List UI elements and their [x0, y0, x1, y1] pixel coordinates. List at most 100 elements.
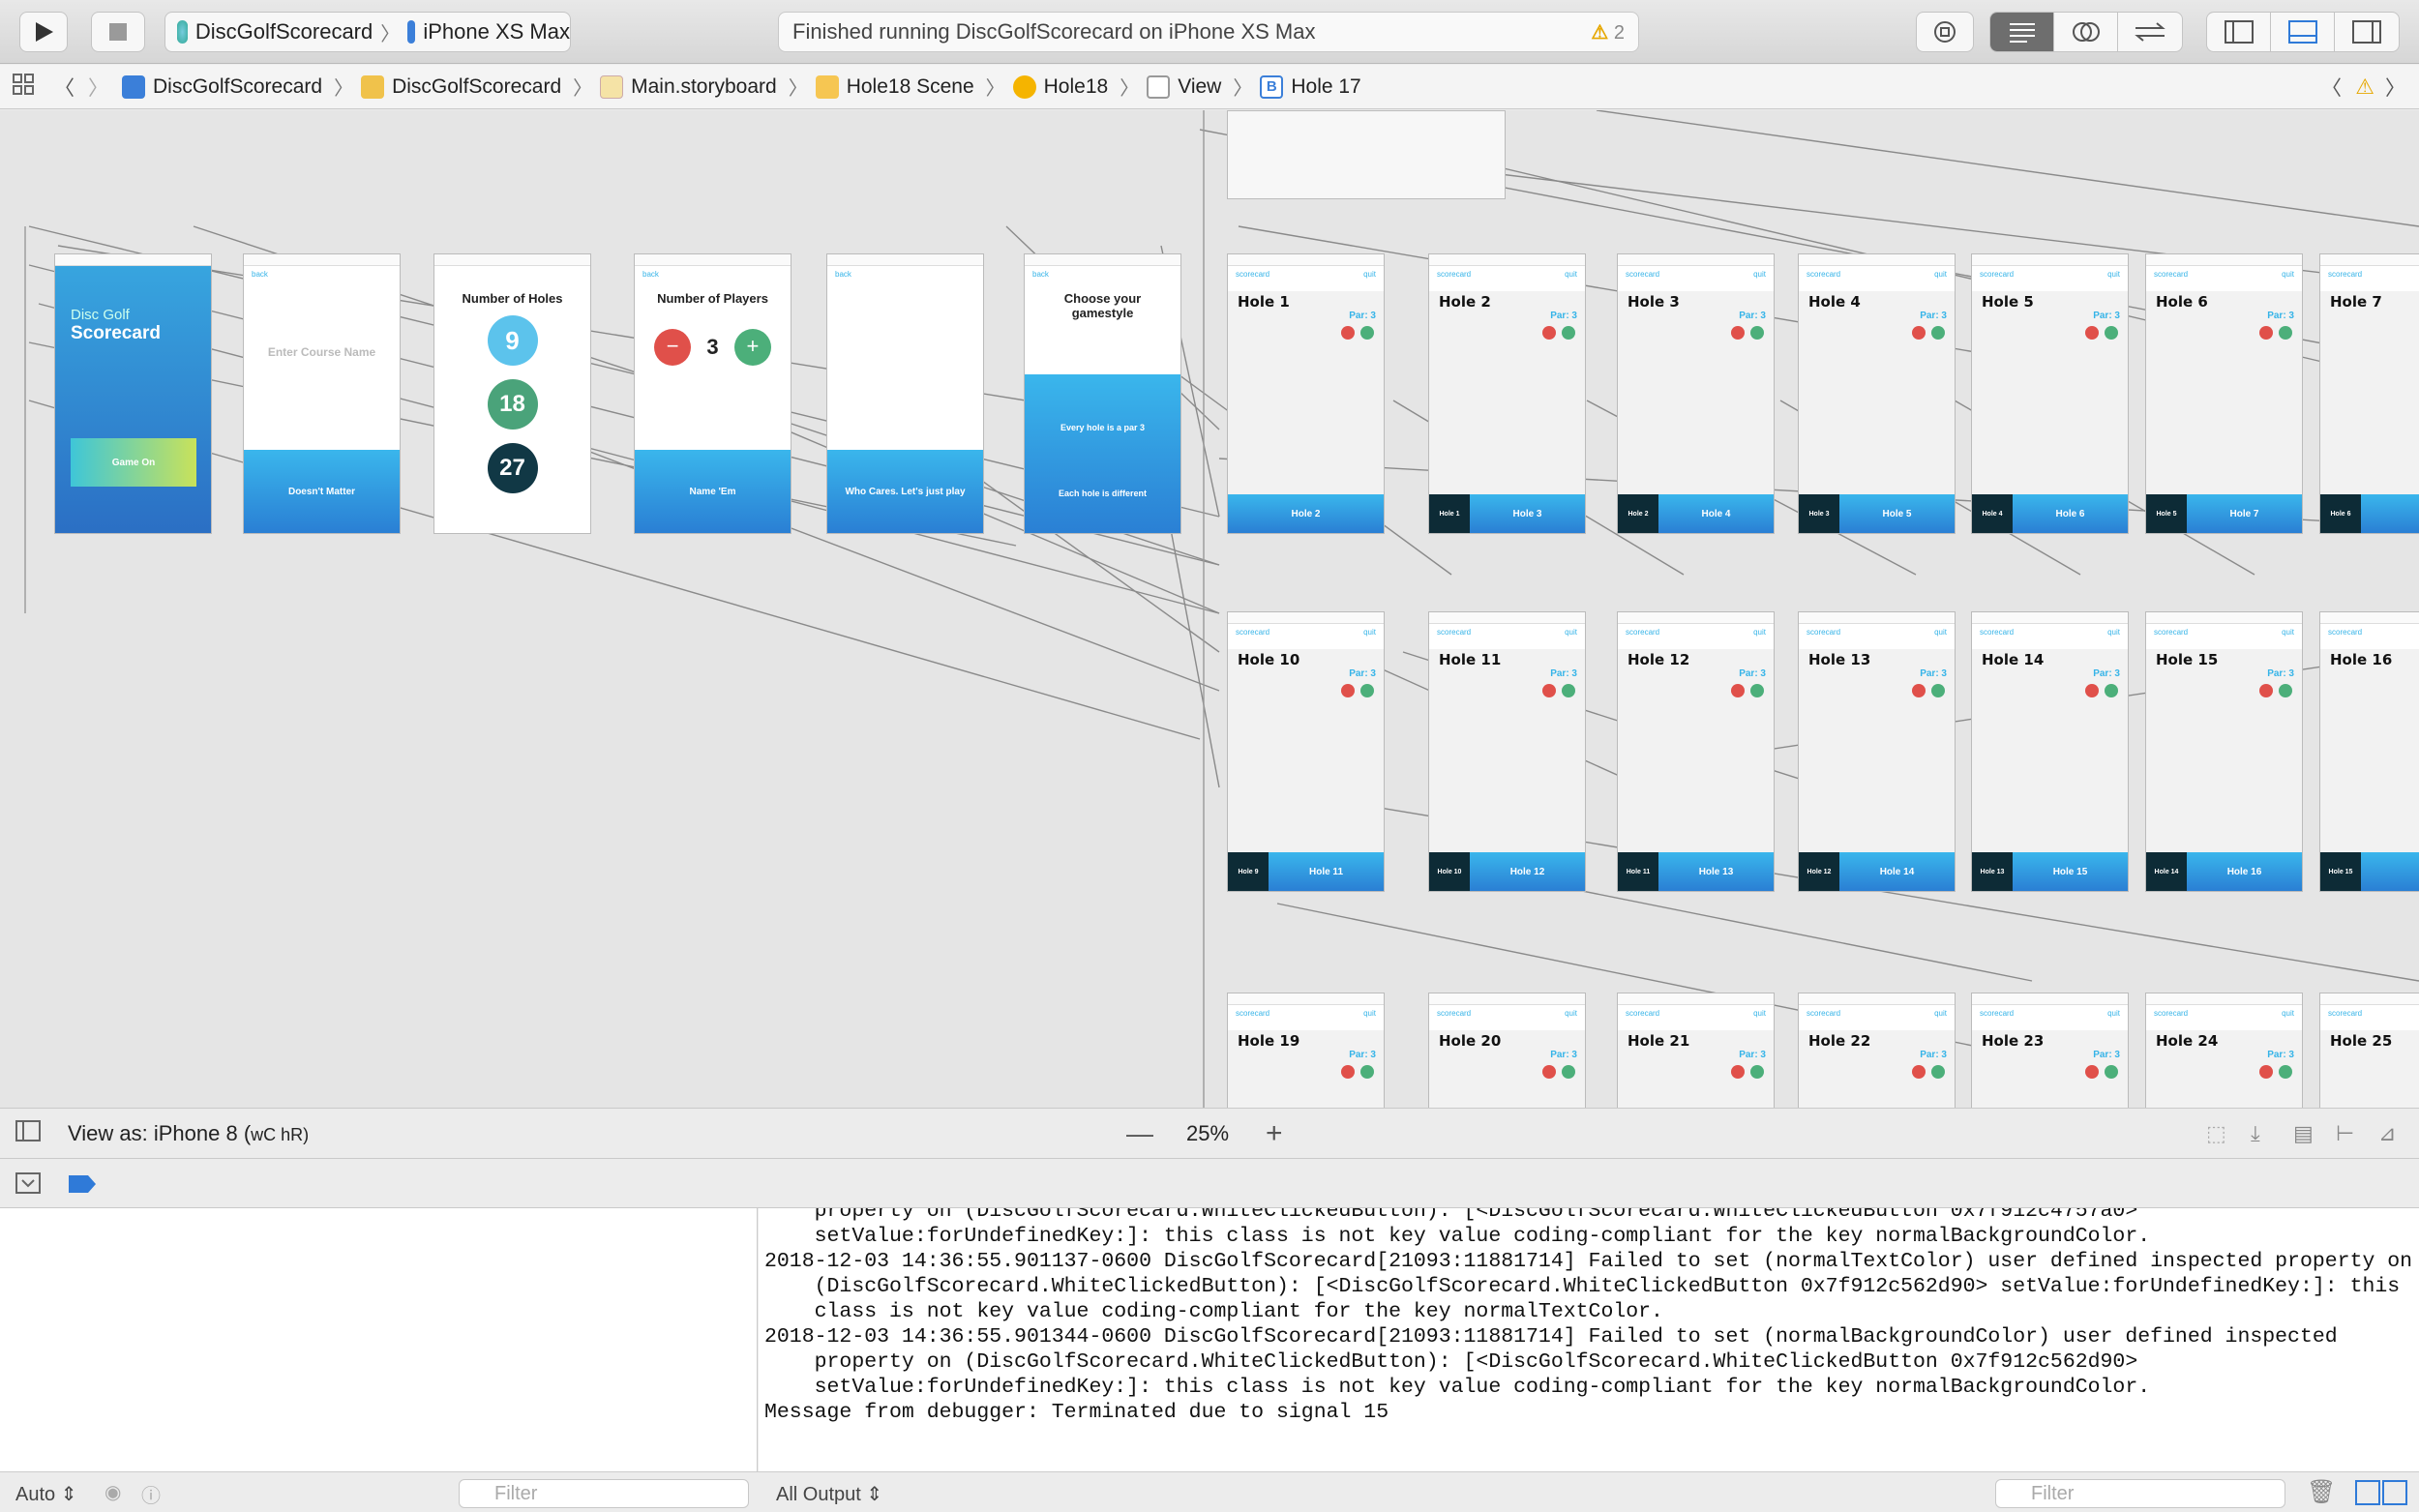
standard-editor-button[interactable] — [1990, 13, 2054, 51]
previous-hole-button[interactable]: Hole 14 — [2146, 852, 2187, 891]
scene-gamestyle[interactable]: back Choose your gamestyle Every hole is… — [1024, 253, 1181, 534]
run-button[interactable] — [19, 12, 68, 52]
next-hole-button[interactable]: Hole 11 — [1309, 867, 1343, 877]
next-hole-button[interactable]: Hole 14 — [1880, 867, 1915, 877]
previous-hole-button[interactable]: Hole 2 — [1618, 494, 1658, 533]
plus-score-button[interactable] — [1360, 326, 1374, 340]
scorecard-link[interactable]: scorecard — [1236, 1009, 1269, 1026]
scorecard-link[interactable]: scorecard — [1626, 1009, 1659, 1026]
hole-scene[interactable]: scorecard quit Hole 3 Par: 3 Hole 2 Hole 4 — [1617, 253, 1775, 534]
minus-score-button[interactable] — [1542, 684, 1556, 697]
stub-scene[interactable] — [1227, 110, 1506, 199]
previous-issue-icon[interactable]: 〈 — [2321, 73, 2342, 102]
hole-scene[interactable]: scorecard quit Hole 4 Par: 3 Hole 3 Hole 5 — [1798, 253, 1956, 534]
document-outline-toggle-icon[interactable] — [15, 1119, 41, 1147]
breadcrumb-view[interactable]: View — [1147, 74, 1221, 99]
version-editor-button[interactable] — [2118, 13, 2182, 51]
quit-link[interactable]: quit — [2282, 1009, 2294, 1026]
info-icon[interactable]: ⓘ — [141, 1480, 161, 1508]
quit-link[interactable]: quit — [1565, 1009, 1577, 1026]
minus-score-button[interactable] — [1341, 684, 1355, 697]
hole-scene[interactable]: scorecard quit Hole 10 Par: 3 Hole 9 Hole 11 — [1227, 611, 1385, 892]
hole-scene[interactable]: scorecard quit Hole 2 Par: 3 Hole 1 Hole 3 — [1428, 253, 1586, 534]
next-hole-button[interactable]: Hole 16 — [2227, 867, 2262, 877]
warning-icon[interactable]: ⚠ — [2355, 74, 2374, 100]
previous-hole-button[interactable]: Hole 5 — [2146, 494, 2187, 533]
plus-score-button[interactable] — [1562, 684, 1575, 697]
quit-link[interactable]: quit — [1753, 1009, 1766, 1026]
previous-hole-button[interactable]: Hole 10 — [1429, 852, 1470, 891]
plus-score-button[interactable] — [1562, 326, 1575, 340]
scorecard-link[interactable]: scorecard — [2328, 1009, 2362, 1026]
back-link[interactable]: back — [1032, 270, 1049, 287]
plus-score-button[interactable] — [1750, 326, 1764, 340]
quit-link[interactable]: quit — [1565, 270, 1577, 287]
forward-arrow-icon[interactable]: 〉 — [88, 73, 108, 102]
hole-scene[interactable]: scorecard quit Hole 22 Par: 3 — [1798, 993, 1956, 1108]
minus-score-button[interactable] — [2259, 326, 2273, 340]
hole-scene[interactable]: scorecard quit Hole 12 Par: 3 Hole 11 Hole 13 — [1617, 611, 1775, 892]
hole-scene[interactable]: scorecardquitHole 7Par: 3Hole 6 — [2319, 253, 2419, 534]
hole-scene[interactable]: scorecard quit Hole 1 Par: 3 Hole 2 — [1227, 253, 1385, 534]
next-hole-button[interactable]: Hole 5 — [1882, 509, 1911, 519]
variables-filter[interactable]: Filter — [459, 1479, 749, 1508]
scorecard-link[interactable]: scorecard — [1626, 270, 1659, 287]
minus-score-button[interactable] — [1731, 684, 1745, 697]
breadcrumb-folder[interactable]: DiscGolfScorecard — [361, 74, 561, 99]
scorecard-link[interactable]: scorecard — [1626, 628, 1659, 645]
breadcrumb-storyboard[interactable]: Main.storyboard — [600, 74, 777, 99]
back-link[interactable]: back — [642, 270, 659, 287]
zoom-in-icon[interactable]: + — [1266, 1117, 1283, 1150]
quit-link[interactable]: quit — [2107, 1009, 2120, 1026]
next-hole-button[interactable]: Hole 2 — [1291, 509, 1320, 519]
hole-scene[interactable]: scorecard quit Hole 20 Par: 3 — [1428, 993, 1586, 1108]
next-hole-button[interactable]: Hole 4 — [1701, 509, 1730, 519]
scene-number-of-holes[interactable]: Number of Holes 9 18 27 — [433, 253, 591, 534]
minus-score-button[interactable] — [1731, 326, 1745, 340]
back-link[interactable]: back — [252, 270, 268, 287]
plus-score-button[interactable] — [1360, 1065, 1374, 1079]
scene-players[interactable]: back Who Cares. Let's just play — [826, 253, 984, 534]
plus-button[interactable]: + — [733, 329, 771, 366]
minus-button[interactable]: − — [654, 329, 692, 366]
resolve-issues-icon[interactable]: ⊿ — [2378, 1121, 2396, 1146]
hole-scene[interactable]: scorecardquitHole 25Par: 3 — [2319, 993, 2419, 1108]
next-hole-button[interactable]: Hole 3 — [1512, 509, 1541, 519]
minus-score-button[interactable] — [1912, 684, 1926, 697]
doesnt-matter-button[interactable]: Doesn't Matter — [244, 450, 400, 533]
minus-score-button[interactable] — [2085, 1065, 2099, 1079]
previous-hole-button[interactable]: Hole 3 — [1799, 494, 1839, 533]
quit-link[interactable]: quit — [2282, 628, 2294, 645]
back-arrow-icon[interactable]: 〈 — [54, 73, 75, 102]
quit-link[interactable]: quit — [1934, 270, 1947, 287]
minus-score-button[interactable] — [2085, 326, 2099, 340]
hole-scene[interactable]: scorecard quit Hole 19 Par: 3 — [1227, 993, 1385, 1108]
console-output[interactable]: property on (DiscGolfScorecard.WhiteClic… — [759, 1208, 2419, 1471]
next-hole-button[interactable]: Hole 6 — [2055, 509, 2084, 519]
scene-number-of-players[interactable]: back Number of Players − 3 + Name 'Em — [634, 253, 791, 534]
view-as-device[interactable]: View as: iPhone 8 (wC hR) — [68, 1121, 309, 1146]
hole-scene[interactable]: scorecard quit Hole 24 Par: 3 — [2145, 993, 2303, 1108]
breadcrumb-project[interactable]: DiscGolfScorecard — [122, 74, 322, 99]
hole-scene[interactable]: scorecard quit Hole 15 Par: 3 Hole 14 Hole 16 — [2145, 611, 2303, 892]
minus-score-button[interactable] — [2085, 684, 2099, 697]
related-items-icon[interactable] — [12, 73, 35, 102]
minus-score-button[interactable] — [1542, 1065, 1556, 1079]
quit-link[interactable]: quit — [1363, 1009, 1376, 1026]
inspector-toggle[interactable] — [2335, 13, 2399, 51]
update-frames-icon[interactable]: ⬚ — [2206, 1121, 2226, 1146]
next-hole-button[interactable]: Hole 7 — [2229, 509, 2258, 519]
quit-link[interactable]: quit — [1363, 628, 1376, 645]
scorecard-link[interactable]: scorecard — [1807, 270, 1840, 287]
scorecard-link[interactable]: scorecard — [1236, 628, 1269, 645]
plus-score-button[interactable] — [2279, 326, 2292, 340]
scorecard-link[interactable]: scorecard — [2154, 270, 2188, 287]
auto-scope-popup[interactable]: Auto ⇕ — [15, 1482, 76, 1506]
scorecard-link[interactable]: scorecard — [1437, 270, 1471, 287]
plus-score-button[interactable] — [2105, 684, 2118, 697]
scene-splash[interactable]: Disc Golf Scorecard Game On — [54, 253, 212, 534]
align-icon[interactable]: ▤ — [2293, 1121, 2314, 1146]
pin-icon[interactable]: ⊢ — [2336, 1121, 2354, 1146]
debug-area-toggle[interactable] — [2271, 13, 2335, 51]
minus-score-button[interactable] — [1542, 326, 1556, 340]
